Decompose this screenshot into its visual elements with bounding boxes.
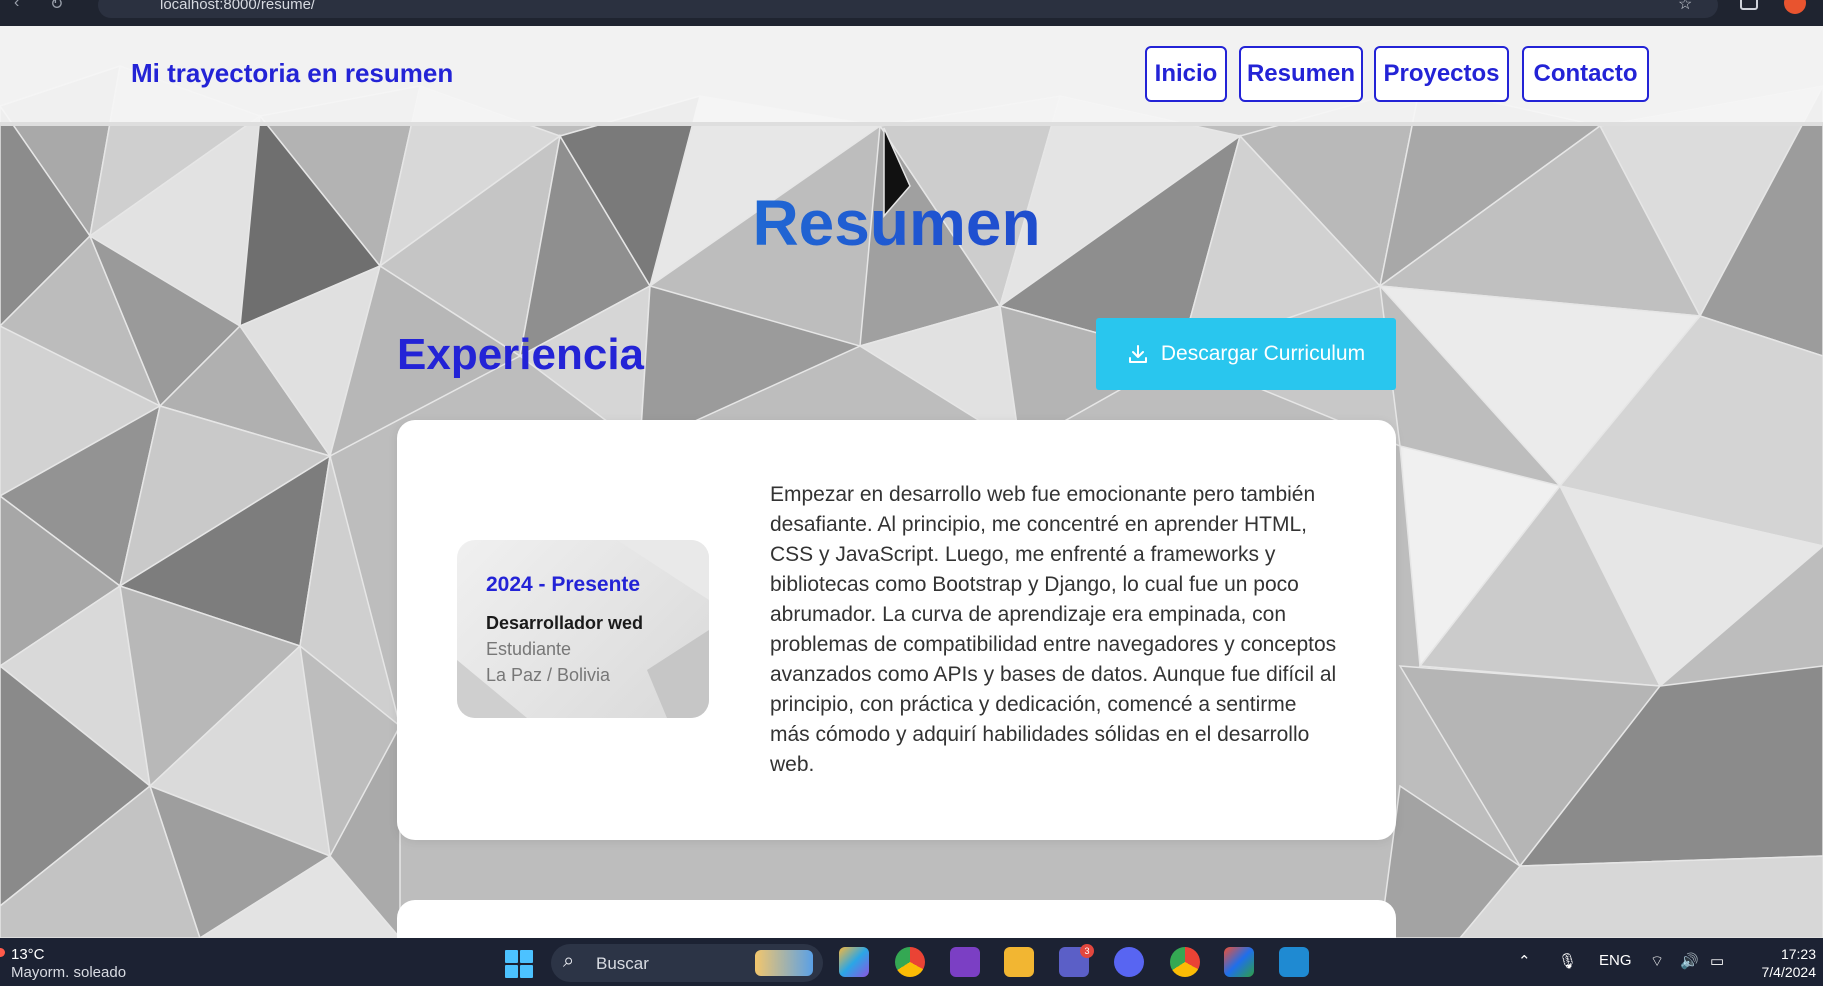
copilot-icon[interactable] [839,947,869,977]
nav-contacto[interactable]: Contacto [1522,46,1649,102]
job-role: Desarrollador wed [486,613,644,633]
address-text[interactable]: localhost:8000/resume/ [160,0,315,13]
nav-inicio[interactable]: Inicio [1145,46,1227,102]
taskbar: 13°C Mayorm. soleado ⌕ Buscar 3 ⌃ 🎙 ENG … [0,938,1823,986]
experience-heading: Experiencia [397,330,645,379]
profile-avatar[interactable] [1784,0,1806,14]
search-label: Buscar [596,954,649,973]
windows-start-icon[interactable] [505,950,533,978]
job-status: Estudiante [486,639,572,659]
volume-icon[interactable]: 🔊 [1680,952,1699,970]
search-icon: ⌕ [563,950,575,972]
taskbar-search[interactable]: ⌕ Buscar [551,944,823,982]
chrome-icon[interactable] [895,947,925,977]
extensions-icon[interactable] [1740,0,1758,10]
address-bar[interactable] [98,0,1718,18]
battery-icon[interactable]: ▭ [1710,952,1724,970]
site-brand[interactable]: Mi trayectoria en resumen [131,58,453,89]
search-highlight-icon [755,950,813,976]
clock-time: 17:23 [1780,946,1816,962]
download-icon [1128,345,1147,363]
tray-overflow-icon[interactable]: ⌃ [1518,952,1531,970]
back-icon[interactable]: ‹ [14,0,19,12]
download-cv-button[interactable]: Descargar Curriculum [1096,318,1396,390]
nav-resumen[interactable]: Resumen [1239,46,1363,102]
git-client-icon[interactable] [1224,947,1254,977]
bookmark-star-icon[interactable]: ☆ [1678,0,1692,14]
weather-temp: 13°C [11,946,45,963]
discord-icon[interactable] [1114,947,1144,977]
weather-widget[interactable]: 13°C Mayorm. soleado [11,946,126,982]
reload-icon[interactable]: ↻ [50,0,63,14]
vscode-icon[interactable] [1279,947,1309,977]
download-cv-label: Descargar Curriculum [1160,342,1366,365]
onenote-icon[interactable] [950,947,980,977]
system-clock[interactable]: 17:23 7/4/2024 [1748,945,1817,981]
clock-date: 7/4/2024 [1761,964,1817,980]
job-location: La Paz / Bolivia [486,665,611,685]
teams-badge: 3 [1080,944,1094,958]
experience-card: 2024 - Presente Desarrollador wed Estudi… [397,420,1396,840]
page-title: Resumen [0,186,1793,260]
browser-toolbar: ‹ ↻ localhost:8000/resume/ ☆ [0,0,1823,26]
weather-condition: Mayorm. soleado [11,964,127,981]
language-indicator[interactable]: ENG [1599,952,1632,969]
job-description: Empezar en desarrollo web fue emocionant… [770,483,1337,776]
wifi-icon[interactable]: ⌔ [1650,952,1664,971]
job-period: 2024 - Presente [486,573,641,596]
weather-alert-icon [0,948,5,957]
chrome-active-icon[interactable] [1170,947,1200,977]
file-explorer-icon[interactable] [1004,947,1034,977]
site-header: Mi trayectoria en resumen Inicio Resumen… [0,26,1823,126]
nav-proyectos[interactable]: Proyectos [1374,46,1509,102]
microphone-icon[interactable]: 🎙 [1558,952,1577,970]
job-summary-box: 2024 - Presente Desarrollador wed Estudi… [457,540,709,718]
